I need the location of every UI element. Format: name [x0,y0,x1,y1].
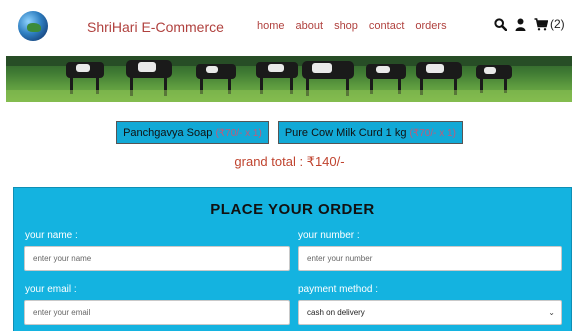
cart-count[interactable]: (2) [550,17,565,31]
order-item-chip: Panchgavya Soap (₹70/- x 1) [116,121,269,144]
site-header: ShriHari E-Commerce home about shop cont… [0,0,579,56]
number-label: your number : [298,230,360,241]
nav-contact[interactable]: contact [369,20,404,32]
order-item-name: Pure Cow Milk Curd 1 kg [284,127,407,139]
email-label: your email : [25,284,77,295]
hero-banner-image [6,56,572,102]
nav-about[interactable]: about [296,20,324,32]
payment-selected-value: cash on delivery [307,308,365,317]
order-form: PLACE YOUR ORDER your name : enter your … [13,187,572,331]
payment-method-select[interactable]: cash on delivery ⌄ [298,300,562,325]
chevron-down-icon: ⌄ [548,308,555,317]
nav-home[interactable]: home [257,20,285,32]
form-title: PLACE YOUR ORDER [210,201,375,218]
cows-pasture-illustration [6,56,572,102]
email-input[interactable]: enter your email [24,300,290,325]
number-input[interactable]: enter your number [298,246,562,271]
payment-label: payment method : [298,284,379,295]
header-icons: (2) [494,17,565,31]
user-icon[interactable] [515,18,526,31]
logo-icon[interactable] [18,11,48,41]
order-item-price: (₹70/- x 1) [409,128,456,139]
order-item-price: (₹70/- x 1) [215,128,262,139]
cart-icon[interactable] [534,17,548,31]
search-icon[interactable] [494,17,507,31]
order-item-name: Panchgavya Soap [123,127,213,139]
brand-name[interactable]: ShriHari E-Commerce [87,19,224,35]
name-input[interactable]: enter your name [24,246,290,271]
name-label: your name : [25,230,78,241]
order-item-chip: Pure Cow Milk Curd 1 kg (₹70/- x 1) [277,121,463,144]
order-items: Panchgavya Soap (₹70/- x 1) Pure Cow Mil… [0,121,579,144]
main-nav: home about shop contact orders [257,20,458,32]
nav-orders[interactable]: orders [415,20,446,32]
nav-shop[interactable]: shop [334,20,358,32]
grand-total: grand total : ₹140/- [234,154,345,169]
